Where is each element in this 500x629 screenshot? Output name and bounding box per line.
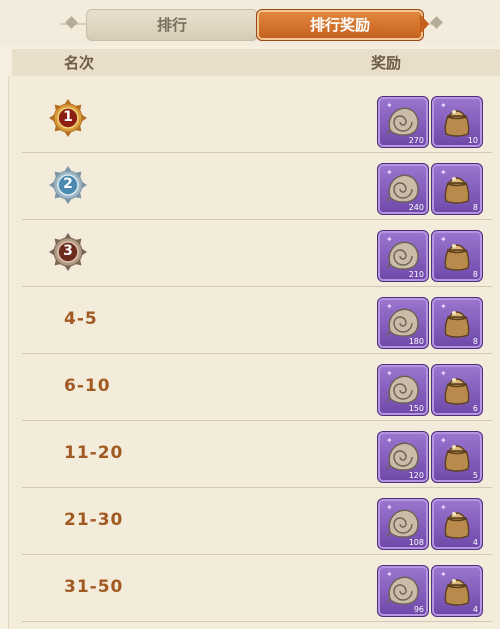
bag-icon [438, 437, 476, 475]
shell-count: 270 [408, 136, 424, 145]
bag-icon [438, 169, 476, 207]
bag-icon [438, 370, 476, 408]
bag-reward-item[interactable]: ✦ 8 [431, 163, 483, 215]
rank-range-label: 11-20 [64, 443, 124, 463]
shell-reward-item[interactable]: ✦ 96 [377, 565, 429, 617]
bag-reward-item[interactable]: ✦ 4 [431, 498, 483, 550]
rank-column-header: 名次 [64, 54, 95, 72]
shell-reward-item[interactable]: ✦ 150 [377, 364, 429, 416]
bag-reward-item[interactable]: ✦ 4 [431, 565, 483, 617]
shell-icon [384, 370, 422, 408]
bag-count: 10 [467, 136, 478, 145]
bag-count: 4 [472, 538, 478, 547]
shell-icon [384, 303, 422, 341]
bag-count: 8 [472, 337, 478, 346]
bag-reward-item[interactable]: ✦ 5 [431, 431, 483, 483]
tab-active-arrow [420, 14, 429, 34]
reward-row: 6-10 ✦ 150 ✦ 6 [22, 354, 492, 421]
reward-row: 2 ✦ 240 ✦ 8 [22, 153, 492, 220]
bag-icon [438, 102, 476, 140]
bag-reward-item[interactable]: ✦ 8 [431, 230, 483, 282]
reward-row: 31-50 ✦ 96 ✦ 4 [22, 555, 492, 622]
bag-count: 6 [472, 404, 478, 413]
bag-count: 8 [472, 203, 478, 212]
bag-icon [438, 236, 476, 274]
reward-column-header: 奖励 [371, 54, 402, 72]
shell-icon [384, 437, 422, 475]
shell-count: 150 [408, 404, 424, 413]
bag-count: 5 [472, 471, 478, 480]
shell-reward-item[interactable]: ✦ 108 [377, 498, 429, 550]
bag-reward-item[interactable]: ✦ 10 [431, 96, 483, 148]
rank-number: 3 [63, 243, 73, 259]
shell-count: 96 [413, 605, 424, 614]
shell-icon [384, 504, 422, 542]
shell-reward-item[interactable]: ✦ 180 [377, 297, 429, 349]
rank-range-label: 6-10 [64, 376, 111, 396]
shell-reward-item[interactable]: ✦ 270 [377, 96, 429, 148]
table-header: 名次 奖励 [12, 49, 500, 76]
tab-ranking[interactable]: 排行 [86, 9, 258, 41]
shell-icon [384, 102, 422, 140]
tab-ranking-rewards[interactable]: 排行奖励 [256, 9, 424, 41]
reward-row: 21-30 ✦ 108 ✦ 4 [22, 488, 492, 555]
shell-count: 210 [408, 270, 424, 279]
reward-row: 1 ✦ 270 ✦ 10 [22, 86, 492, 153]
rank-range-label: 21-30 [64, 510, 124, 530]
shell-icon [384, 571, 422, 609]
rank-number: 2 [63, 176, 73, 192]
shell-count: 240 [408, 203, 424, 212]
diamond-ornament-left [65, 16, 78, 29]
reward-row: 3 ✦ 210 ✦ 8 [22, 220, 492, 287]
reward-row: 11-20 ✦ 120 ✦ 5 [22, 421, 492, 488]
shell-icon [384, 236, 422, 274]
rank-medal-icon: 2 [48, 165, 88, 205]
rank-range-label: 31-50 [64, 577, 124, 597]
shell-count: 180 [408, 337, 424, 346]
bag-count: 8 [472, 270, 478, 279]
rank-medal-icon: 3 [48, 232, 88, 272]
bag-count: 4 [472, 605, 478, 614]
shell-reward-item[interactable]: ✦ 120 [377, 431, 429, 483]
shell-count: 120 [408, 471, 424, 480]
rank-range-label: 4-5 [64, 309, 98, 329]
bag-reward-item[interactable]: ✦ 6 [431, 364, 483, 416]
bag-icon [438, 571, 476, 609]
shell-reward-item[interactable]: ✦ 210 [377, 230, 429, 282]
rank-medal-icon: 1 [48, 98, 88, 138]
bag-icon [438, 303, 476, 341]
diamond-ornament-right [430, 16, 443, 29]
bag-icon [438, 504, 476, 542]
tab-bar: 排行 排行奖励 [0, 0, 500, 46]
reward-row: 4-5 ✦ 180 ✦ 8 [22, 287, 492, 354]
shell-icon [384, 169, 422, 207]
shell-count: 108 [408, 538, 424, 547]
shell-reward-item[interactable]: ✦ 240 [377, 163, 429, 215]
rank-number: 1 [63, 109, 73, 125]
bag-reward-item[interactable]: ✦ 8 [431, 297, 483, 349]
